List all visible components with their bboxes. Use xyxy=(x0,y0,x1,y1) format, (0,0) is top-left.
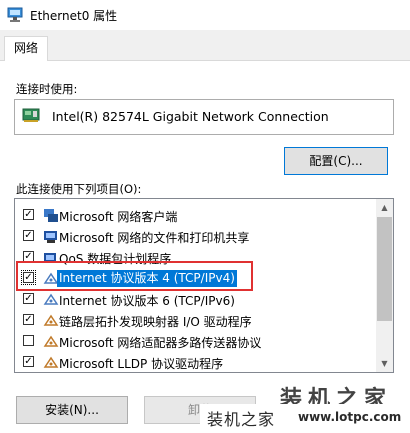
configure-button[interactable]: 配置(C)... xyxy=(284,147,388,175)
list-item-label: Microsoft 网络客户端 xyxy=(59,210,178,224)
scroll-down-icon[interactable]: ▼ xyxy=(376,355,393,372)
list-item-label: Microsoft LLDP 协议驱动程序 xyxy=(59,357,224,371)
list-item[interactable]: ✓ Microsoft 网络的文件和打印机共享 xyxy=(15,226,375,247)
protocol-icon xyxy=(43,335,59,347)
checkbox[interactable]: ✓ xyxy=(23,209,34,220)
list-item[interactable]: ✓ Microsoft 网络客户端 xyxy=(15,205,375,226)
list-item[interactable]: Microsoft 网络适配器多路传送器协议 xyxy=(15,331,375,352)
qos-icon xyxy=(44,253,56,262)
items-label: 此连接使用下列项目(O): xyxy=(16,182,142,196)
scrollbar-track[interactable]: ▲ ▼ xyxy=(376,199,393,372)
list-item[interactable]: ✓ Microsoft LLDP 协议驱动程序 xyxy=(15,352,375,372)
checkbox[interactable]: ✓ xyxy=(23,356,34,367)
list-item[interactable]: ✓ 链路层拓扑发现映射器 I/O 驱动程序 xyxy=(15,310,375,331)
list-item-selected[interactable]: ✓ Internet 协议版本 4 (TCP/IPv4) xyxy=(15,268,375,289)
scroll-up-icon[interactable]: ▲ xyxy=(376,199,393,216)
watermark-small: 装机之家 xyxy=(207,410,276,429)
file-printer-share-icon xyxy=(44,231,57,243)
items-listbox[interactable]: ✓ Microsoft 网络客户端 ✓ Microsoft 网络的文件和打印机共… xyxy=(14,198,394,373)
list-item-label: Internet 协议版本 4 (TCP/IPv4) xyxy=(57,270,237,287)
window-title: Ethernet0 属性 xyxy=(30,9,118,23)
protocol-icon xyxy=(43,293,59,305)
list-item-label: QoS 数据包计划程序 xyxy=(59,252,172,266)
connect-using-label: 连接时使用: xyxy=(16,82,78,96)
client-icon xyxy=(44,209,58,222)
checkbox[interactable]: ✓ xyxy=(23,314,34,325)
network-adapter-icon xyxy=(7,7,23,22)
protocol-icon xyxy=(43,314,59,326)
list-item[interactable]: ✓ QoS 数据包计划程序 xyxy=(15,247,375,268)
scrollbar-thumb[interactable] xyxy=(377,217,392,321)
list-item-label: 链路层拓扑发现映射器 I/O 驱动程序 xyxy=(59,315,252,329)
checkbox[interactable]: ✓ xyxy=(21,270,36,285)
list-item-label: Internet 协议版本 6 (TCP/IPv6) xyxy=(59,294,235,308)
checkbox[interactable]: ✓ xyxy=(23,293,34,304)
protocol-icon xyxy=(43,356,59,368)
install-button[interactable]: 安装(N)... xyxy=(16,396,128,424)
list-item-label: Microsoft 网络适配器多路传送器协议 xyxy=(59,336,262,350)
checkbox[interactable]: ✓ xyxy=(23,230,34,241)
checkbox[interactable] xyxy=(23,335,34,346)
list-item[interactable]: ✓ Internet 协议版本 6 (TCP/IPv6) xyxy=(15,289,375,310)
tab-network[interactable]: 网络 xyxy=(4,36,48,61)
watermark-url: www.lotpc.com xyxy=(298,410,402,424)
network-card-icon xyxy=(22,108,40,122)
list-item-label: Microsoft 网络的文件和打印机共享 xyxy=(59,231,250,245)
checkbox[interactable]: ✓ xyxy=(23,251,34,262)
adapter-name: Intel(R) 82574L Gigabit Network Connecti… xyxy=(52,109,329,124)
tab-strip xyxy=(0,30,410,60)
